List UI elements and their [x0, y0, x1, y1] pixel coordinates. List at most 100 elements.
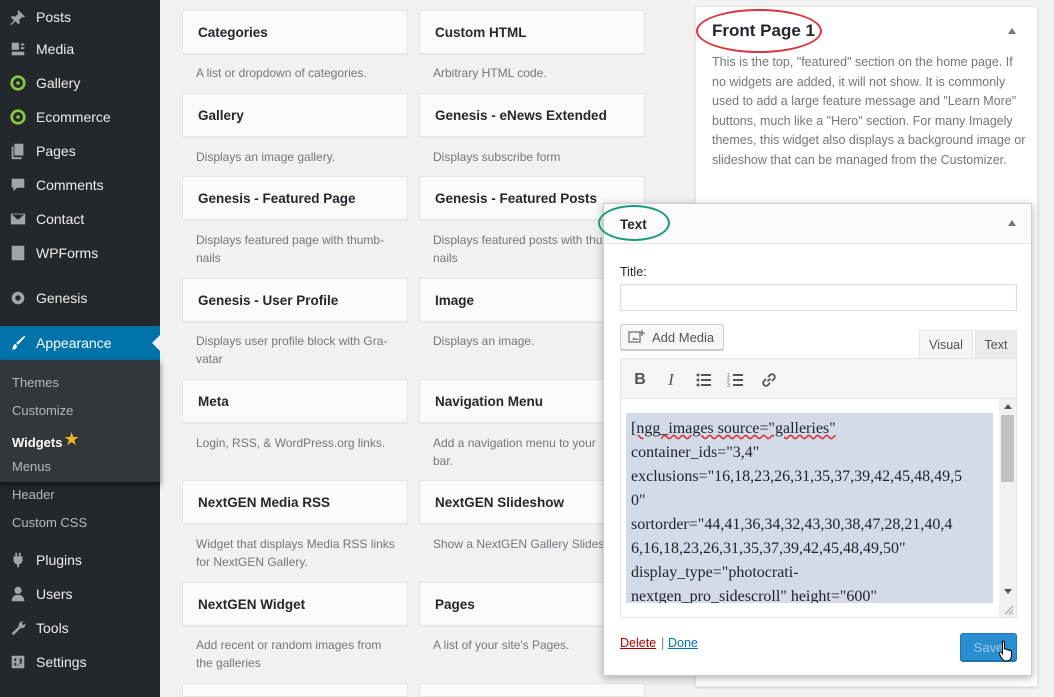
add-media-button[interactable]: Add Media: [620, 324, 724, 350]
scroll-down-icon[interactable]: [1004, 589, 1012, 594]
menu-item-contact[interactable]: Contact: [0, 202, 160, 236]
resize-grip-icon[interactable]: [1004, 605, 1014, 615]
collapse-arrow-icon[interactable]: [1008, 28, 1016, 34]
content-line: display_type="photocrati-: [631, 564, 799, 581]
menu-item-wpforms[interactable]: WPForms: [0, 236, 160, 270]
menu-item-users[interactable]: Users: [0, 577, 160, 611]
widget-title: Categories: [198, 24, 268, 40]
panel-title[interactable]: Front Page 1: [712, 21, 815, 41]
submenu-customize[interactable]: Customize: [12, 403, 73, 418]
content-line: 6,16,18,23,26,31,35,37,39,42,45,48,49,50…: [631, 540, 906, 557]
menu-label: Comments: [36, 177, 104, 193]
bold-icon[interactable]: B: [628, 368, 652, 392]
widget-gallery[interactable]: Gallery: [182, 93, 408, 137]
bullet-list-icon[interactable]: [692, 368, 716, 392]
menu-item-gallery[interactable]: Gallery: [0, 66, 160, 100]
widget-nextgen-media-rss[interactable]: NextGEN Media RSS: [182, 480, 408, 524]
widget-nextgen-widget[interactable]: NextGEN Widget: [182, 582, 408, 626]
widget-genesis-featured-page[interactable]: Genesis - Featured Page: [182, 176, 408, 220]
comment-icon: [0, 176, 36, 194]
widget-desc: A list or dropdown of categories.: [196, 66, 367, 80]
widget-partial[interactable]: [419, 683, 645, 697]
menu-item-appearance[interactable]: Appearance: [0, 326, 160, 360]
widget-title: Genesis - Featured Page: [198, 190, 356, 206]
widget-genesis-enews-extended[interactable]: Genesis - eNews Extended: [419, 93, 645, 137]
menu-label: Contact: [36, 211, 85, 227]
tab-text[interactable]: Text: [975, 330, 1017, 358]
menu-item-tools[interactable]: Tools: [0, 611, 160, 645]
menu-label: Media: [36, 41, 75, 57]
widget-meta[interactable]: Meta: [182, 379, 408, 423]
settings-icon: [0, 653, 36, 671]
done-link[interactable]: Done: [668, 636, 698, 650]
editor-content-area[interactable]: [ngg_images source="galleries" container…: [620, 399, 1017, 618]
editor-toolbar: B I 123: [620, 358, 1017, 399]
menu-item-pages[interactable]: Pages: [0, 134, 160, 168]
widget-desc: Arbitrary HTML code.: [433, 66, 547, 80]
widget-desc: Widget that displays Media RSS links for…: [196, 537, 395, 569]
media-icon: [0, 40, 36, 58]
appearance-submenu: Themes Customize Widgets★ Menus: [0, 360, 160, 482]
menu-item-comments[interactable]: Comments: [0, 168, 160, 202]
widget-title: Genesis - User Profile: [198, 292, 339, 308]
italic-icon[interactable]: I: [659, 368, 683, 392]
wrench-icon: [0, 619, 36, 637]
scroll-thumb[interactable]: [1001, 415, 1014, 482]
menu-item-media[interactable]: Media: [0, 32, 160, 66]
active-indicator: [152, 335, 160, 351]
collapse-arrow-icon[interactable]: [1008, 220, 1016, 226]
content-line: exclusions="16,18,23,26,31,35,37,39,42,4…: [631, 468, 963, 485]
menu-item-plugins[interactable]: Plugins: [0, 543, 160, 577]
content-line: sortorder="44,41,36,34,32,43,30,38,47,28…: [631, 516, 953, 533]
pin-icon: [0, 8, 36, 26]
widget-title: Image: [435, 292, 475, 308]
submenu-widgets-label: Widgets: [12, 435, 63, 450]
link-separator: |: [661, 636, 665, 650]
text-widget-header[interactable]: Text: [598, 204, 1031, 244]
submenu-widgets[interactable]: Widgets★: [12, 429, 80, 452]
nextgen-icon: [0, 74, 36, 92]
widget-title: Pages: [435, 596, 475, 612]
widget-title: NextGEN Slideshow: [435, 494, 565, 510]
widget-title: Meta: [198, 393, 229, 409]
tab-visual[interactable]: Visual: [919, 330, 973, 358]
text-widget: Text Title: Add Media Visual Text B I 12…: [598, 203, 1032, 676]
forms-icon: [0, 244, 36, 262]
widget-desc: Displays subscribe form: [433, 150, 561, 164]
widget-genesis-user-profile[interactable]: Genesis - User Profile: [182, 278, 408, 322]
widget-partial[interactable]: [182, 683, 408, 697]
submenu-header[interactable]: Header: [12, 487, 55, 502]
menu-item-genesis[interactable]: Genesis: [0, 281, 160, 315]
svg-text:3: 3: [727, 383, 730, 389]
menu-item-ecommerce[interactable]: Ecommerce: [0, 100, 160, 134]
submenu-menus[interactable]: Menus: [12, 459, 51, 474]
envelope-icon: [0, 210, 36, 228]
numbered-list-icon[interactable]: 123: [724, 368, 748, 392]
menu-label: Pages: [36, 143, 76, 159]
link-icon[interactable]: [757, 368, 781, 392]
menu-label: Plugins: [36, 552, 82, 568]
menu-item-posts[interactable]: Posts: [0, 0, 160, 34]
delete-link[interactable]: Delete: [620, 636, 656, 650]
submenu-custom-css[interactable]: Custom CSS: [12, 515, 87, 530]
genesis-icon: [0, 289, 36, 307]
widget-desc: Displays featured page with thumb- nails: [196, 233, 385, 265]
submenu-themes[interactable]: Themes: [12, 375, 59, 390]
widget-custom-html[interactable]: Custom HTML: [419, 10, 645, 54]
widget-desc: Login, RSS, & WordPress.org links.: [196, 436, 386, 450]
title-input[interactable]: [620, 284, 1017, 311]
menu-label: Gallery: [36, 75, 81, 91]
menu-label: Ecommerce: [36, 109, 111, 125]
widget-title: Gallery: [198, 107, 244, 123]
menu-label: Posts: [36, 9, 72, 25]
paintbrush-icon: [0, 334, 36, 352]
widget-categories[interactable]: Categories: [182, 10, 408, 54]
content-line: 0": [631, 492, 646, 509]
users-icon: [0, 585, 36, 603]
editor-scrollbar[interactable]: [999, 399, 1016, 617]
menu-item-settings[interactable]: Settings: [0, 645, 160, 679]
title-label: Title:: [620, 265, 647, 279]
scroll-up-icon[interactable]: [1004, 404, 1012, 409]
pages-icon: [0, 142, 36, 160]
shortcode-text[interactable]: [ngg_images source="galleries" container…: [626, 413, 993, 603]
